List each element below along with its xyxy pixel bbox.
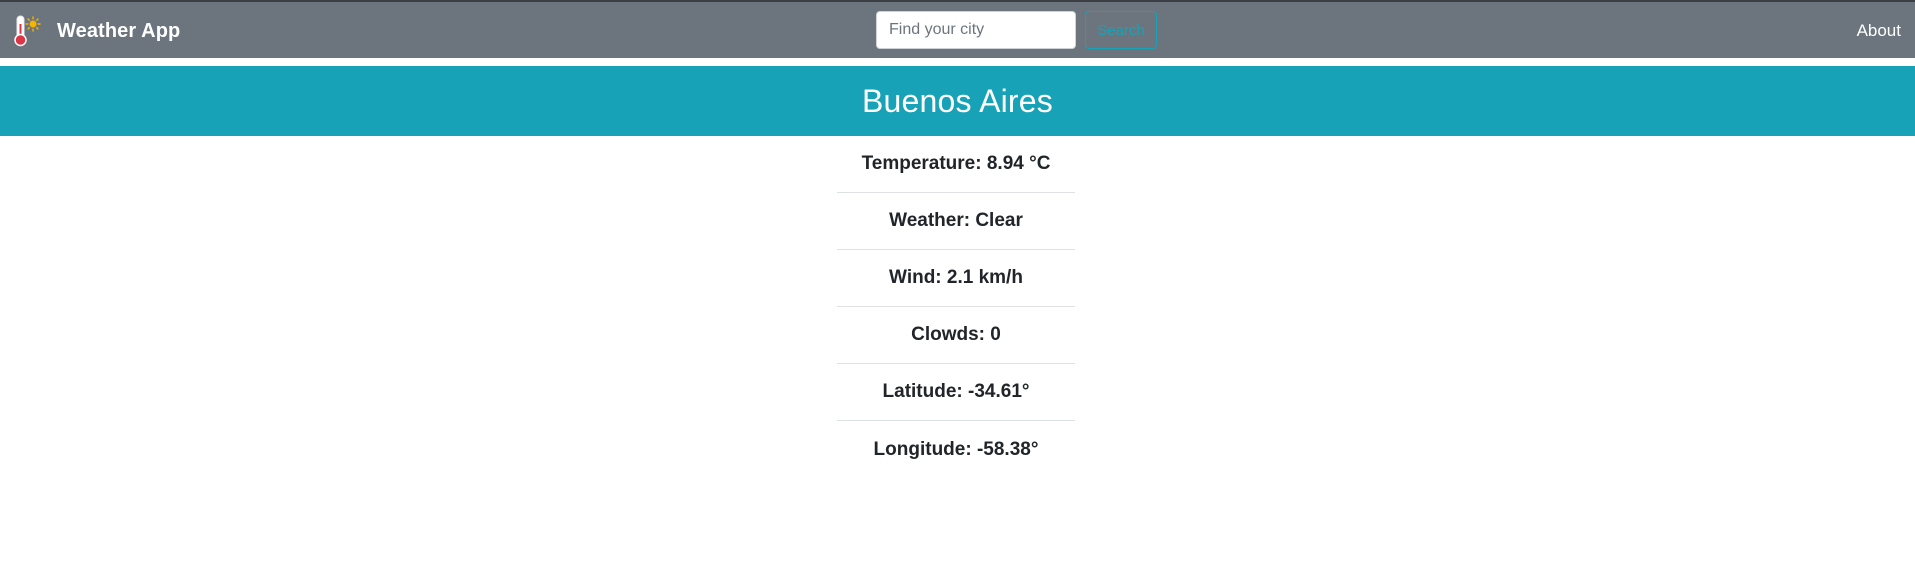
city-name: Buenos Aires xyxy=(862,82,1053,119)
city-search-input[interactable] xyxy=(876,11,1076,49)
weather-details-list: Temperature: 8.94 °C Weather: Clear Wind… xyxy=(837,136,1075,478)
clouds-item: Clowds: 0 xyxy=(837,307,1075,364)
search-button[interactable]: Search xyxy=(1085,11,1157,49)
city-banner: Buenos Aires xyxy=(0,66,1915,136)
wind-item: Wind: 2.1 km/h xyxy=(837,250,1075,307)
thermometer-sun-icon xyxy=(14,15,41,47)
brand-title: Weather App xyxy=(57,19,181,42)
temperature-item: Temperature: 8.94 °C xyxy=(837,136,1075,193)
weather-item: Weather: Clear xyxy=(837,193,1075,250)
navbar: Weather App Search About xyxy=(0,0,1915,58)
about-link[interactable]: About xyxy=(1857,21,1901,41)
brand-link[interactable]: Weather App xyxy=(12,12,180,50)
longitude-item: Longitude: -58.38° xyxy=(873,438,1039,460)
latitude-item: Latitude: -34.61° xyxy=(837,364,1075,421)
search-form: Search xyxy=(876,11,1157,49)
